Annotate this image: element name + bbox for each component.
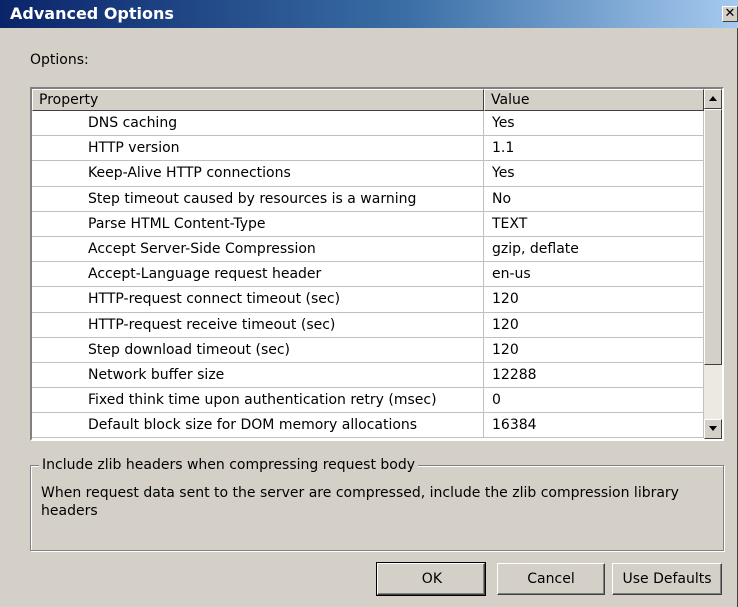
scroll-down-button[interactable] (704, 419, 722, 439)
title-bar[interactable]: Advanced Options ✕ (0, 0, 738, 28)
property-cell[interactable]: Parse HTML Content-Type (32, 211, 484, 237)
value-cell[interactable]: en-us (484, 262, 704, 288)
table-row[interactable]: Default block size for DOM memory alloca… (32, 413, 704, 439)
table-row[interactable]: Step download timeout (sec) 120 (32, 337, 704, 363)
table-row[interactable]: Network buffer size 12288 (32, 362, 704, 389)
vertical-scrollbar[interactable] (704, 89, 722, 439)
property-cell[interactable]: Keep-Alive HTTP connections (32, 161, 484, 187)
table-row[interactable]: Step timeout caused by resources is a wa… (32, 186, 704, 212)
property-cell[interactable]: HTTP-request connect timeout (sec) (32, 287, 484, 313)
table-row[interactable]: HTTP-request receive timeout (sec) 120 (32, 312, 704, 338)
scroll-up-button[interactable] (704, 89, 722, 109)
column-header-property[interactable]: Property (32, 89, 484, 111)
scroll-up-arrow-icon (709, 96, 717, 101)
value-cell[interactable]: TEXT (484, 211, 704, 237)
close-button[interactable]: ✕ (722, 6, 738, 22)
description-text: When request data sent to the server are… (41, 485, 679, 519)
use-defaults-button[interactable]: Use Defaults (612, 563, 722, 595)
scroll-down-arrow-icon (709, 426, 717, 431)
property-cell[interactable]: HTTP-request receive timeout (sec) (32, 312, 484, 338)
property-cell[interactable]: DNS caching (32, 111, 484, 137)
value-cell[interactable]: 120 (484, 287, 704, 313)
property-cell[interactable]: Accept-Language request header (32, 262, 484, 288)
advanced-options-dialog: Advanced Options ✕ Options: Property Val… (0, 0, 738, 607)
description-groupbox: Include zlib headers when compressing re… (30, 456, 724, 551)
value-cell[interactable]: No (484, 186, 704, 212)
table-row[interactable]: Fixed think time upon authentication ret… (32, 388, 704, 414)
grid-rows: DNS caching Yes HTTP version 1.1 Keep-Alive … (32, 111, 704, 439)
options-label: Options: (30, 52, 89, 68)
value-cell[interactable]: 1.1 (484, 136, 704, 162)
table-row[interactable]: Parse HTML Content-Type TEXT (32, 211, 704, 237)
table-row[interactable]: HTTP version 1.1 (32, 136, 704, 162)
table-row[interactable]: DNS caching Yes (32, 111, 704, 137)
options-grid: Property Value DNS caching Yes HTTP versio… (30, 87, 724, 441)
property-cell[interactable]: Step download timeout (sec) (32, 337, 484, 363)
description-title: Include zlib headers when compressing re… (39, 456, 419, 474)
value-cell[interactable]: 0 (484, 388, 704, 414)
value-cell[interactable]: 120 (484, 337, 704, 363)
property-cell[interactable]: HTTP version (32, 136, 484, 162)
property-cell[interactable]: Fixed think time upon authentication ret… (32, 388, 484, 414)
value-cell[interactable]: 12288 (484, 362, 704, 389)
dialog-title: Advanced Options (10, 4, 174, 23)
ok-button[interactable]: OK (376, 562, 486, 596)
table-row[interactable]: Accept Server-Side Compression gzip, defl… (32, 236, 704, 263)
value-cell[interactable]: Yes (484, 111, 704, 137)
column-header-value[interactable]: Value (484, 89, 704, 111)
table-row[interactable]: HTTP-request connect timeout (sec) 120 (32, 287, 704, 313)
table-row[interactable]: Keep-Alive HTTP connections Yes (32, 161, 704, 187)
scroll-thumb[interactable] (704, 109, 722, 365)
value-cell[interactable]: Yes (484, 161, 704, 187)
property-cell[interactable]: Accept Server-Side Compression (32, 236, 484, 263)
cancel-button[interactable]: Cancel (497, 563, 605, 595)
table-row[interactable]: Accept-Language request header en-us (32, 262, 704, 288)
value-cell[interactable]: 120 (484, 312, 704, 338)
property-cell[interactable]: Network buffer size (32, 362, 484, 389)
property-cell[interactable]: Step timeout caused by resources is a wa… (32, 186, 484, 212)
property-cell[interactable]: Default block size for DOM memory alloca… (32, 413, 484, 439)
close-icon: ✕ (724, 6, 736, 21)
value-cell[interactable]: 16384 (484, 413, 704, 439)
value-cell[interactable]: gzip, deflate (484, 236, 704, 263)
